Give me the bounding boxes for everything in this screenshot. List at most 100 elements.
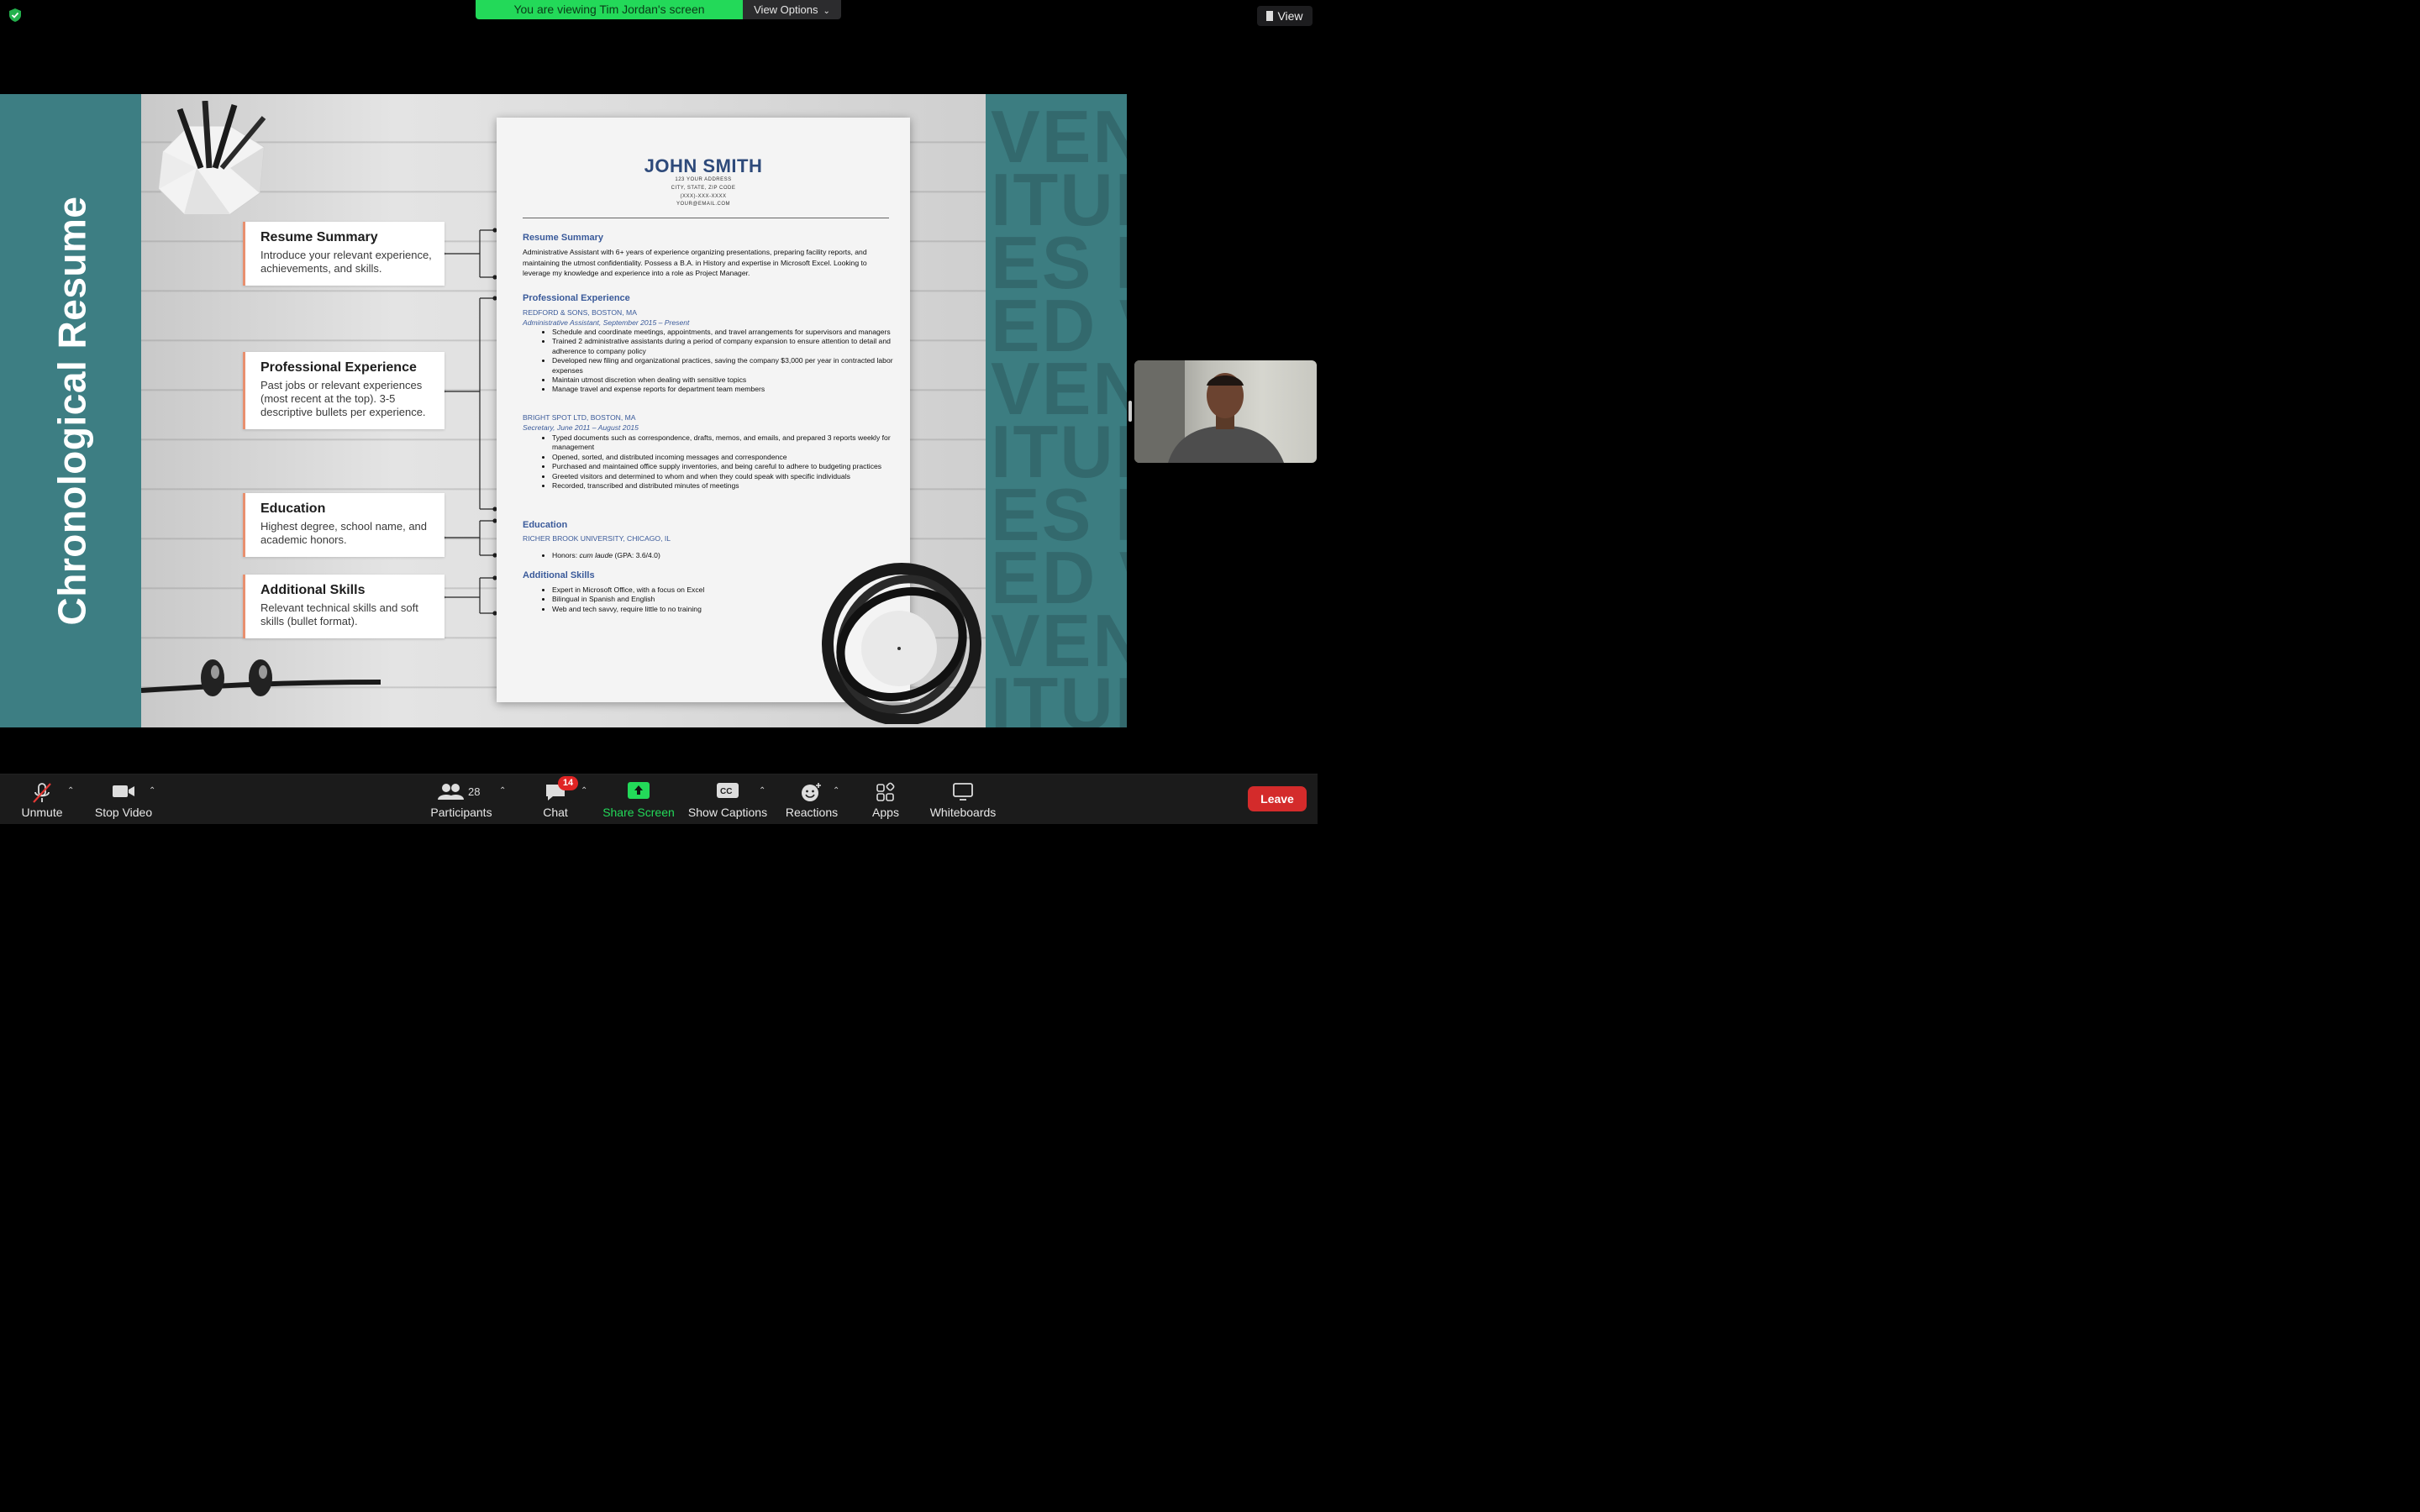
list-item: Purchased and maintained office supply i… xyxy=(552,462,905,471)
screen-share-banner: You are viewing Tim Jordan's screen xyxy=(476,0,743,19)
participants-button[interactable]: 28 Participants xyxy=(425,774,497,824)
list-item: Recorded, transcribed and distributed mi… xyxy=(552,481,905,491)
view-options-label: View Options xyxy=(754,3,818,16)
resume-city: CITY, STATE, ZIP CODE xyxy=(671,186,736,191)
resume-job2-bullets: Typed documents such as correspondence, … xyxy=(539,433,905,491)
captions-caret-icon[interactable]: ⌃ xyxy=(759,786,765,795)
callout-title: Education xyxy=(260,501,326,516)
chat-unread-badge: 14 xyxy=(558,776,578,790)
resume-summary-text: Administrative Assistant with 6+ years o… xyxy=(523,248,867,277)
video-options-caret-icon[interactable]: ⌃ xyxy=(149,786,155,795)
panel-resize-handle[interactable] xyxy=(1128,401,1132,422)
reactions-caret-icon[interactable]: ⌃ xyxy=(833,786,839,795)
apps-grid-icon xyxy=(876,782,895,801)
resume-job1-role: Administrative Assistant, September 2015… xyxy=(523,318,690,327)
view-button[interactable]: View xyxy=(1257,6,1313,26)
resume-job2-role: Secretary, June 2011 – August 2015 xyxy=(523,423,639,432)
whiteboards-label: Whiteboards xyxy=(929,806,997,819)
list-item: Manage travel and expense reports for de… xyxy=(552,385,905,394)
meeting-toolbar: Unmute ⌃ Stop Video ⌃ 28 Participants ⌃ … xyxy=(0,774,1318,824)
view-options-button[interactable]: View Options ⌄ xyxy=(743,0,841,19)
participant-video-image xyxy=(1134,360,1284,463)
show-captions-button[interactable]: CC Show Captions xyxy=(686,774,770,824)
slide-right-band: VEN ITUI ES F ED V VEN ITUI ES F ED V VE… xyxy=(986,94,1127,727)
slide-vertical-title: Chronological Resume xyxy=(17,94,126,727)
audio-options-caret-icon[interactable]: ⌃ xyxy=(67,786,74,795)
chat-caret-icon[interactable]: ⌃ xyxy=(581,786,587,795)
callout-text: Introduce your relevant experience, achi… xyxy=(260,249,432,275)
captions-cc-icon: CC xyxy=(717,783,739,798)
decorative-birds-image xyxy=(141,659,381,696)
resume-experience-heading: Professional Experience xyxy=(523,293,630,303)
resume-phone: (XXX)-XXX-XXXX xyxy=(680,194,727,199)
resume-email: YOUR@EMAIL.COM xyxy=(676,202,731,207)
reactions-label: Reactions xyxy=(785,806,839,819)
resume-name: JOHN SMITH xyxy=(644,155,763,176)
participants-label: Participants xyxy=(430,806,492,819)
resume-job2-org: BRIGHT SPOT LTD, BOSTON, MA xyxy=(523,413,636,422)
callout-additional-skills: Additional Skills Relevant technical ski… xyxy=(243,575,445,638)
honors-prefix: Honors: xyxy=(552,551,580,559)
whiteboards-button[interactable]: Whiteboards xyxy=(924,774,1002,824)
unmute-button[interactable]: Unmute xyxy=(13,774,71,824)
callout-professional-experience: Professional Experience Past jobs or rel… xyxy=(243,352,445,429)
participants-count: 28 xyxy=(468,785,480,798)
resume-honors: Honors: cum laude (GPA: 3.6/4.0) xyxy=(539,551,905,560)
callout-resume-summary: Resume Summary Introduce your relevant e… xyxy=(243,222,445,286)
captions-icon-text: CC xyxy=(720,787,732,796)
participants-caret-icon[interactable]: ⌃ xyxy=(499,786,506,795)
share-screen-button[interactable]: Share Screen xyxy=(600,774,677,824)
whiteboard-icon xyxy=(953,783,973,801)
show-captions-label: Show Captions xyxy=(687,806,768,819)
list-item: Maintain utmost discretion when dealing … xyxy=(552,375,905,385)
slide-title-text: Chronological Resume xyxy=(50,196,93,626)
list-item: Greeted visitors and determined to whom … xyxy=(552,472,905,481)
view-layout-icon xyxy=(1266,11,1274,21)
honors-italic: cum laude xyxy=(579,551,613,559)
reactions-smiley-icon xyxy=(802,783,821,801)
apps-label: Apps xyxy=(872,806,899,819)
participant-video-thumbnail[interactable] xyxy=(1134,360,1317,463)
callout-title: Professional Experience xyxy=(260,360,417,375)
resume-education-heading: Education xyxy=(523,520,568,530)
callout-title: Resume Summary xyxy=(260,230,378,244)
share-screen-icon xyxy=(628,782,650,799)
list-item: Typed documents such as correspondence, … xyxy=(552,433,905,453)
resume-summary-heading: Resume Summary xyxy=(523,233,603,243)
wood-background: Resume Summary Introduce your relevant e… xyxy=(141,94,986,727)
callout-title: Additional Skills xyxy=(260,583,366,597)
unmute-label: Unmute xyxy=(21,806,63,819)
callout-education: Education Highest degree, school name, a… xyxy=(243,493,445,557)
share-screen-label: Share Screen xyxy=(602,806,675,819)
shared-screen-content: Chronological Resume Resume Summary Intr… xyxy=(0,94,1127,727)
list-item: Honors: cum laude (GPA: 3.6/4.0) xyxy=(552,551,905,560)
list-item: Trained 2 administrative assistants duri… xyxy=(552,337,905,356)
resume-job1-org: REDFORD & SONS, BOSTON, MA xyxy=(523,308,637,317)
resume-skills-heading: Additional Skills xyxy=(523,570,595,580)
participants-icon: 28 xyxy=(438,784,480,800)
view-label: View xyxy=(1277,9,1303,23)
reactions-button[interactable]: Reactions xyxy=(781,774,842,824)
callout-text: Highest degree, school name, and academi… xyxy=(260,520,428,546)
chevron-down-icon: ⌄ xyxy=(823,7,830,16)
resume-job1-bullets: Schedule and coordinate meetings, appoin… xyxy=(539,328,905,395)
muted-microphone-icon xyxy=(33,783,51,803)
resume-school: RICHER BROOK UNIVERSITY, CHICAGO, IL xyxy=(523,534,671,543)
resume-address: 123 YOUR ADDRESS xyxy=(675,177,732,182)
video-camera-icon xyxy=(113,785,134,797)
security-shield-icon[interactable] xyxy=(8,8,23,23)
stop-video-button[interactable]: Stop Video xyxy=(89,774,158,824)
honors-suffix: (GPA: 3.6/4.0) xyxy=(613,551,660,559)
list-item: Developed new filing and organizational … xyxy=(552,356,905,375)
background-word: ITUI xyxy=(991,662,1127,727)
apps-button[interactable]: Apps xyxy=(865,774,906,824)
callout-text: Relevant technical skills and soft skill… xyxy=(260,601,418,627)
stop-video-label: Stop Video xyxy=(94,806,153,819)
list-item: Schedule and coordinate meetings, appoin… xyxy=(552,328,905,337)
callout-text: Past jobs or relevant experiences (most … xyxy=(260,379,426,418)
list-item: Opened, sorted, and distributed incoming… xyxy=(552,453,905,462)
chat-label: Chat xyxy=(543,806,568,819)
leave-meeting-button[interactable]: Leave xyxy=(1248,786,1307,811)
pen-holder-image xyxy=(158,101,266,215)
decorative-candle-image xyxy=(822,563,981,724)
